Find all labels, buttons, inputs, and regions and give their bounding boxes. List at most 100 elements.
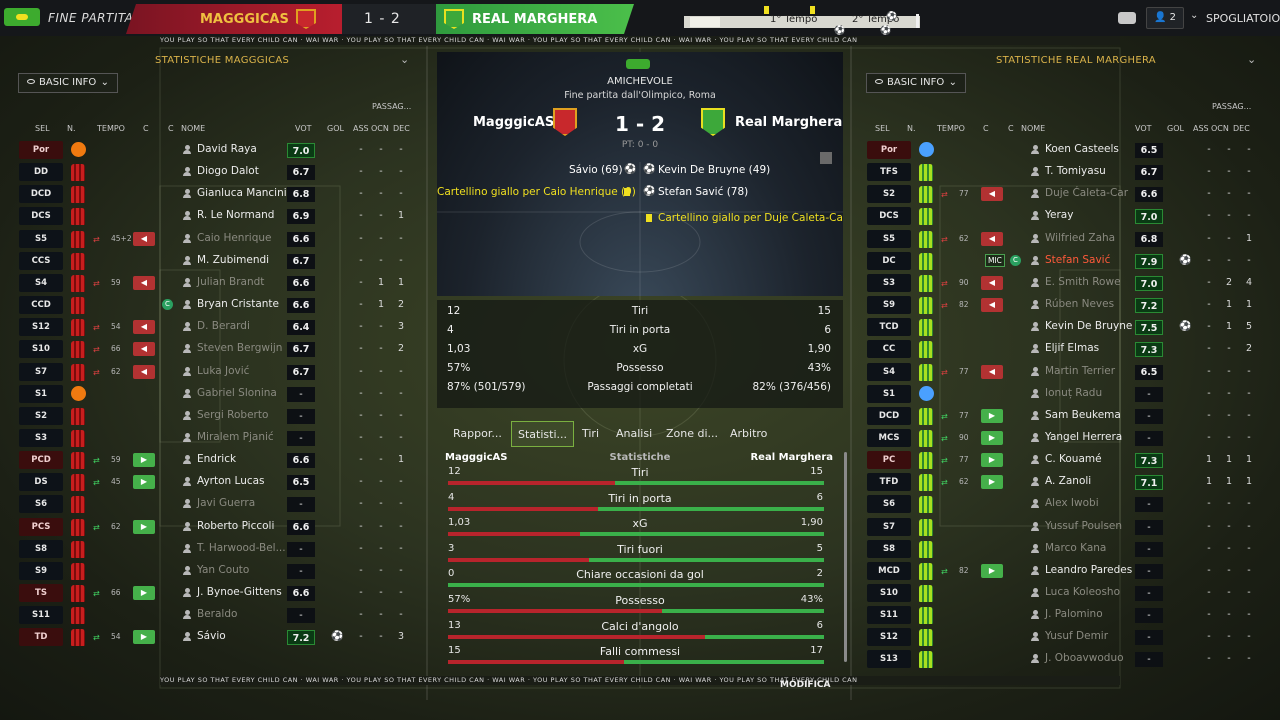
sub-out-icon[interactable]: ◀ bbox=[981, 275, 1003, 290]
position-badge[interactable]: MCS bbox=[867, 428, 911, 447]
sub-in-icon[interactable]: ▶ bbox=[981, 408, 1003, 423]
player-name[interactable]: Yan Couto bbox=[197, 564, 249, 576]
tab-statistics[interactable]: Statisti... bbox=[511, 421, 574, 447]
player-row[interactable]: S13 J. Oboavwoduo - - - - bbox=[867, 648, 1277, 670]
player-row[interactable]: S6 Javi Guerra - - - - bbox=[19, 493, 429, 515]
column-header-ocn[interactable]: OCN bbox=[371, 124, 389, 133]
player-name[interactable]: Luka Jović bbox=[197, 365, 249, 377]
player-row[interactable]: S4 ⇄ 59 ◀ Julian Brandt 6.6 - 1 1 bbox=[19, 272, 429, 294]
player-name[interactable]: M. Zubimendi bbox=[197, 254, 269, 266]
column-header-num[interactable]: N. bbox=[67, 124, 76, 133]
player-row[interactable]: S3 Miralem Pjanić - - - - bbox=[19, 427, 429, 449]
player-name[interactable]: C. Kouamé bbox=[1045, 453, 1102, 465]
position-badge[interactable]: S9 bbox=[19, 561, 63, 580]
player-row[interactable]: TCD Kevin De Bruyne 7.5 ⚽ - 1 5 bbox=[867, 316, 1277, 338]
column-header-time[interactable]: TEMPO bbox=[937, 124, 965, 133]
player-name[interactable]: Sergi Roberto bbox=[197, 409, 268, 421]
player-row[interactable]: S1 Ionuț Radu - - - - bbox=[867, 383, 1277, 405]
player-name[interactable]: Bryan Cristante bbox=[197, 298, 279, 310]
column-header-c2[interactable]: C bbox=[168, 124, 174, 133]
player-name[interactable]: Caio Henrique bbox=[197, 232, 271, 244]
dressing-room-button[interactable]: SPOGLIATOIO bbox=[1206, 12, 1280, 25]
sub-in-icon[interactable]: ▶ bbox=[133, 475, 155, 490]
player-row[interactable]: S7 Yussuf Poulsen - - - - bbox=[867, 516, 1277, 538]
position-badge[interactable]: TS bbox=[19, 584, 63, 602]
player-row[interactable]: S8 T. Harwood-Bel... - - - - bbox=[19, 538, 429, 560]
player-name[interactable]: D. Berardi bbox=[197, 320, 250, 332]
position-badge[interactable]: Por bbox=[867, 141, 911, 159]
player-name[interactable]: Duje Ćaleta-Car bbox=[1045, 187, 1128, 199]
player-row[interactable]: S8 Marco Kana - - - - bbox=[867, 538, 1277, 560]
left-filter-dropdown[interactable]: BASIC INFO ⌄ bbox=[18, 73, 118, 93]
player-row[interactable]: S2 Sergi Roberto - - - - bbox=[19, 405, 429, 427]
sub-out-icon[interactable]: ◀ bbox=[133, 275, 155, 290]
position-badge[interactable]: S6 bbox=[19, 495, 63, 514]
position-badge[interactable]: DCD bbox=[867, 406, 911, 425]
player-row[interactable]: S5 ⇄ 62 ◀ Wilfried Zaha 6.8 - - 1 bbox=[867, 228, 1277, 250]
stats-scrollbar[interactable] bbox=[844, 452, 847, 662]
column-header-assists[interactable]: ASS bbox=[353, 124, 369, 133]
position-badge[interactable]: CCD bbox=[19, 296, 63, 315]
position-badge[interactable]: TD bbox=[19, 628, 63, 647]
player-name[interactable]: E. Smith Rowe bbox=[1045, 276, 1121, 288]
sub-out-icon[interactable]: ◀ bbox=[133, 231, 155, 246]
column-header-c1[interactable]: C bbox=[143, 124, 149, 133]
match-timeline[interactable]: 1° Tempo 2° Tempo ⚽ ⚽ ⚽ bbox=[684, 6, 920, 36]
position-badge[interactable]: TFD bbox=[867, 473, 911, 492]
player-name[interactable]: Luca Koleosho bbox=[1045, 586, 1120, 598]
position-badge[interactable]: S11 bbox=[19, 606, 63, 625]
sub-in-icon[interactable]: ▶ bbox=[133, 453, 155, 468]
player-name[interactable]: Yeray bbox=[1045, 209, 1073, 221]
player-name[interactable]: A. Zanoli bbox=[1045, 475, 1091, 487]
player-row[interactable]: S9 Yan Couto - - - - bbox=[19, 560, 429, 582]
position-badge[interactable]: Por bbox=[19, 141, 63, 159]
player-row[interactable]: DCD ⇄ 77 ▶ Sam Beukema - - - - bbox=[867, 405, 1277, 427]
position-badge[interactable]: S3 bbox=[867, 273, 911, 292]
sub-out-icon[interactable]: ◀ bbox=[133, 342, 155, 357]
position-badge[interactable]: CCS bbox=[19, 251, 63, 270]
column-header-dec[interactable]: DEC bbox=[1233, 124, 1250, 133]
position-badge[interactable]: S13 bbox=[867, 650, 911, 669]
player-name[interactable]: Yusuf Demir bbox=[1045, 630, 1108, 642]
position-badge[interactable]: S7 bbox=[867, 517, 911, 536]
sub-in-icon[interactable]: ▶ bbox=[981, 563, 1003, 578]
player-name[interactable]: Yangel Herrera bbox=[1045, 431, 1122, 443]
column-header-vote[interactable]: VOT bbox=[295, 124, 312, 133]
column-header-sel[interactable]: SEL bbox=[875, 124, 890, 133]
player-row[interactable]: DS ⇄ 45 ▶ Ayrton Lucas 6.5 - - - bbox=[19, 471, 429, 493]
position-badge[interactable]: S4 bbox=[19, 273, 63, 292]
player-row[interactable]: S12 Yusuf Demir - - - - bbox=[867, 626, 1277, 648]
column-header-vote[interactable]: VOT bbox=[1135, 124, 1152, 133]
position-badge[interactable]: S8 bbox=[867, 539, 911, 558]
player-name[interactable]: Stefan Savić bbox=[1045, 254, 1110, 266]
player-name[interactable]: Miralem Pjanić bbox=[197, 431, 274, 443]
player-name[interactable]: R. Le Normand bbox=[197, 209, 274, 221]
position-badge[interactable]: DC bbox=[867, 251, 911, 270]
column-header-name[interactable]: NOME bbox=[181, 124, 205, 133]
player-row[interactable]: PC ⇄ 77 ▶ C. Kouamé 7.3 1 1 1 bbox=[867, 449, 1277, 471]
player-name[interactable]: Steven Bergwijn bbox=[197, 342, 282, 354]
player-name[interactable]: Koen Casteels bbox=[1045, 143, 1119, 155]
player-row[interactable]: S10 ⇄ 66 ◀ Steven Bergwijn 6.7 - - 2 bbox=[19, 338, 429, 360]
column-header-c1[interactable]: C bbox=[983, 124, 989, 133]
player-name[interactable]: Diogo Dalot bbox=[197, 165, 259, 177]
position-badge[interactable]: S4 bbox=[867, 362, 911, 381]
position-badge[interactable]: S12 bbox=[19, 318, 63, 337]
player-name[interactable]: Marco Kana bbox=[1045, 542, 1106, 554]
position-badge[interactable]: MCD bbox=[867, 561, 911, 580]
player-row[interactable]: TD ⇄ 54 ▶ Sávio 7.2 ⚽ - - 3 bbox=[19, 626, 429, 648]
player-row[interactable]: TS ⇄ 66 ▶ J. Bynoe-Gittens 6.6 - - - bbox=[19, 582, 429, 604]
player-name[interactable]: Rúben Neves bbox=[1045, 298, 1114, 310]
player-row[interactable]: DCD Gianluca Mancini 6.8 - - - bbox=[19, 183, 429, 205]
position-badge[interactable]: DCS bbox=[867, 207, 911, 226]
player-row[interactable]: TFD ⇄ 62 ▶ A. Zanoli 7.1 1 1 1 bbox=[867, 471, 1277, 493]
users-count-button[interactable]: 👤 2 bbox=[1146, 7, 1184, 29]
sub-in-icon[interactable]: ▶ bbox=[981, 430, 1003, 445]
modify-button[interactable]: MODIFICA bbox=[780, 680, 831, 690]
player-row[interactable]: CCD C Bryan Cristante 6.6 - 1 2 bbox=[19, 294, 429, 316]
player-name[interactable]: David Raya bbox=[197, 143, 257, 155]
player-name[interactable]: Sávio bbox=[197, 630, 226, 642]
position-badge[interactable]: S1 bbox=[867, 384, 911, 403]
position-badge[interactable]: TCD bbox=[867, 318, 911, 337]
player-row[interactable]: DD Diogo Dalot 6.7 - - - bbox=[19, 161, 429, 183]
